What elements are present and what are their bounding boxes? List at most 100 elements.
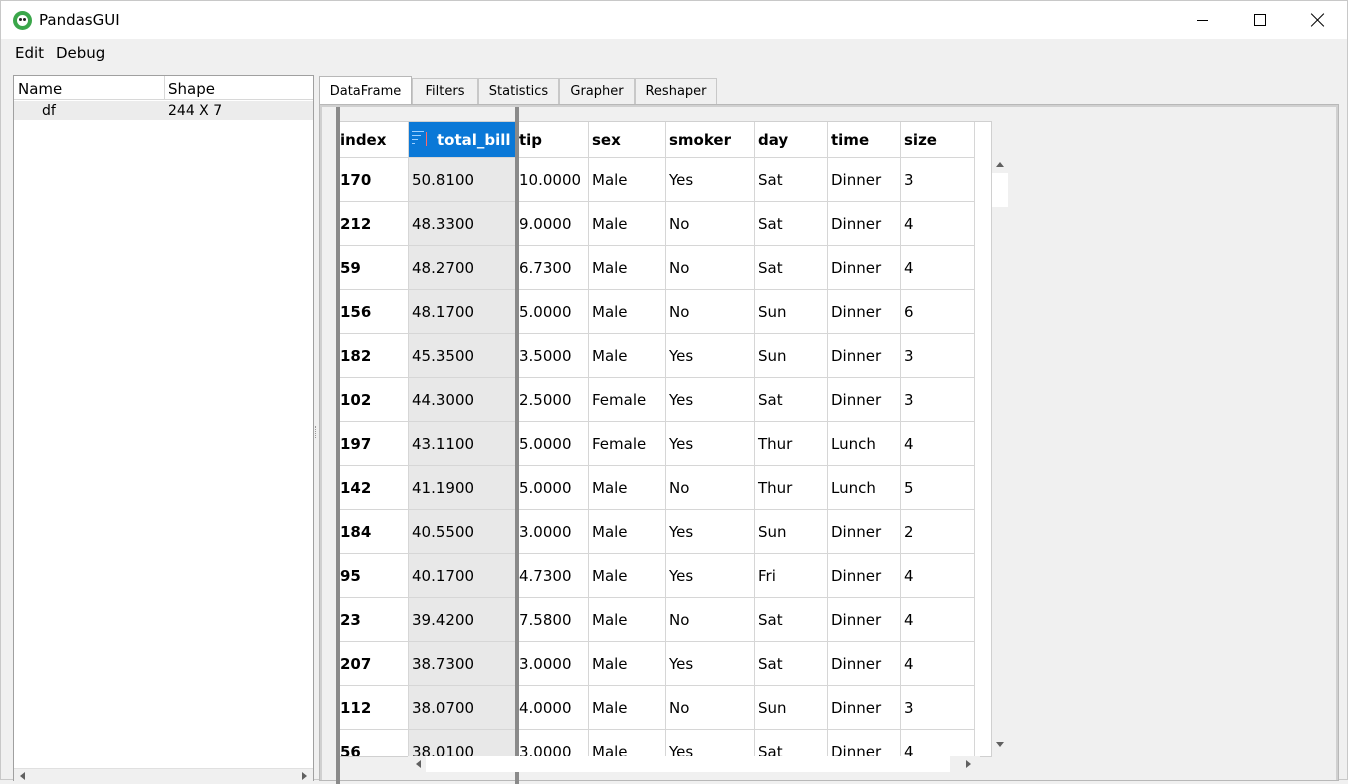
column-header-tip[interactable]: tip	[516, 122, 589, 158]
cell-tip[interactable]: 3.5000	[516, 334, 589, 378]
cell-tip[interactable]: 5.0000	[516, 290, 589, 334]
cell-sex[interactable]: Male	[589, 686, 666, 730]
cell-smoker[interactable]: Yes	[666, 422, 755, 466]
table-row[interactable]: 212 48.3300 9.0000 Male No Sat Dinner 4	[337, 202, 975, 246]
cell-tip[interactable]: 9.0000	[516, 202, 589, 246]
scroll-down-icon[interactable]	[996, 742, 1004, 747]
close-button[interactable]	[1289, 1, 1347, 39]
cell-time[interactable]: Dinner	[828, 598, 901, 642]
cell-total-bill[interactable]: 43.1100	[409, 422, 516, 466]
cell-time[interactable]: Dinner	[828, 202, 901, 246]
cell-tip[interactable]: 3.0000	[516, 730, 589, 756]
cell-total-bill[interactable]: 44.3000	[409, 378, 516, 422]
cell-time[interactable]: Lunch	[828, 466, 901, 510]
scroll-up-icon[interactable]	[996, 162, 1004, 167]
cell-smoker[interactable]: No	[666, 598, 755, 642]
cell-index[interactable]: 156	[337, 290, 409, 334]
cell-day[interactable]: Sun	[755, 334, 828, 378]
table-row[interactable]: 207 38.7300 3.0000 Male Yes Sat Dinner 4	[337, 642, 975, 686]
cell-sex[interactable]: Male	[589, 202, 666, 246]
cell-time[interactable]: Dinner	[828, 158, 901, 202]
scrollbar-thumb[interactable]	[426, 756, 950, 772]
cell-time[interactable]: Lunch	[828, 422, 901, 466]
cell-sex[interactable]: Male	[589, 334, 666, 378]
cell-size[interactable]: 4	[901, 246, 975, 290]
cell-total-bill[interactable]: 40.1700	[409, 554, 516, 598]
minimize-button[interactable]	[1173, 1, 1231, 39]
table-horizontal-scrollbar[interactable]	[408, 756, 980, 772]
cell-size[interactable]: 2	[901, 510, 975, 554]
maximize-button[interactable]	[1231, 1, 1289, 39]
cell-day[interactable]: Sun	[755, 510, 828, 554]
table-row[interactable]: 170 50.8100 10.0000 Male Yes Sat Dinner 3	[337, 158, 975, 202]
cell-tip[interactable]: 2.5000	[516, 378, 589, 422]
cell-time[interactable]: Dinner	[828, 686, 901, 730]
table-row[interactable]: 56 38.0100 3.0000 Male Yes Sat Dinner 4	[337, 730, 975, 756]
tab-dataframe[interactable]: DataFrame	[319, 76, 412, 105]
table-row[interactable]: 59 48.2700 6.7300 Male No Sat Dinner 4	[337, 246, 975, 290]
cell-total-bill[interactable]: 48.2700	[409, 246, 516, 290]
column-header-smoker[interactable]: smoker	[666, 122, 755, 158]
data-table[interactable]: index total_bill tip sex smoker day time…	[336, 121, 992, 757]
table-row[interactable]: 102 44.3000 2.5000 Female Yes Sat Dinner 3	[337, 378, 975, 422]
header-name[interactable]: Name	[18, 80, 62, 98]
cell-size[interactable]: 6	[901, 290, 975, 334]
cell-tip[interactable]: 3.0000	[516, 642, 589, 686]
table-row[interactable]: 156 48.1700 5.0000 Male No Sun Dinner 6	[337, 290, 975, 334]
dataframe-list-item[interactable]: df 244 X 7	[14, 101, 313, 120]
cell-day[interactable]: Sat	[755, 202, 828, 246]
cell-sex[interactable]: Male	[589, 290, 666, 334]
cell-day[interactable]: Sun	[755, 290, 828, 334]
cell-smoker[interactable]: No	[666, 202, 755, 246]
cell-sex[interactable]: Male	[589, 510, 666, 554]
cell-smoker[interactable]: Yes	[666, 510, 755, 554]
panel-splitter-handle[interactable]	[315, 426, 317, 438]
cell-total-bill[interactable]: 48.3300	[409, 202, 516, 246]
cell-tip[interactable]: 3.0000	[516, 510, 589, 554]
cell-day[interactable]: Sat	[755, 246, 828, 290]
cell-size[interactable]: 4	[901, 554, 975, 598]
scroll-left-icon[interactable]	[20, 772, 25, 780]
cell-index[interactable]: 182	[337, 334, 409, 378]
table-vertical-scrollbar[interactable]	[992, 157, 1008, 757]
cell-day[interactable]: Sat	[755, 642, 828, 686]
cell-smoker[interactable]: Yes	[666, 334, 755, 378]
cell-size[interactable]: 3	[901, 334, 975, 378]
cell-index[interactable]: 56	[337, 730, 409, 756]
cell-tip[interactable]: 4.0000	[516, 686, 589, 730]
cell-day[interactable]: Sun	[755, 686, 828, 730]
column-header-sex[interactable]: sex	[589, 122, 666, 158]
scroll-right-icon[interactable]	[966, 760, 971, 768]
cell-total-bill[interactable]: 50.8100	[409, 158, 516, 202]
cell-size[interactable]: 3	[901, 158, 975, 202]
cell-sex[interactable]: Male	[589, 598, 666, 642]
cell-size[interactable]: 4	[901, 598, 975, 642]
tab-statistics[interactable]: Statistics	[478, 78, 559, 104]
tab-reshaper[interactable]: Reshaper	[635, 78, 717, 104]
cell-size[interactable]: 5	[901, 466, 975, 510]
tab-grapher[interactable]: Grapher	[559, 78, 635, 104]
cell-size[interactable]: 3	[901, 378, 975, 422]
cell-sex[interactable]: Male	[589, 554, 666, 598]
header-shape[interactable]: Shape	[168, 80, 215, 98]
cell-sex[interactable]: Male	[589, 158, 666, 202]
column-header-time[interactable]: time	[828, 122, 901, 158]
cell-smoker[interactable]: Yes	[666, 554, 755, 598]
cell-sex[interactable]: Female	[589, 422, 666, 466]
cell-day[interactable]: Fri	[755, 554, 828, 598]
cell-index[interactable]: 59	[337, 246, 409, 290]
header-divider[interactable]	[164, 76, 165, 100]
cell-smoker[interactable]: No	[666, 686, 755, 730]
cell-index[interactable]: 23	[337, 598, 409, 642]
column-header-day[interactable]: day	[755, 122, 828, 158]
cell-sex[interactable]: Male	[589, 246, 666, 290]
cell-day[interactable]: Sat	[755, 378, 828, 422]
cell-index[interactable]: 212	[337, 202, 409, 246]
table-row[interactable]: 23 39.4200 7.5800 Male No Sat Dinner 4	[337, 598, 975, 642]
column-header-total-bill[interactable]: total_bill	[409, 122, 516, 158]
cell-day[interactable]: Thur	[755, 466, 828, 510]
cell-index[interactable]: 197	[337, 422, 409, 466]
cell-total-bill[interactable]: 48.1700	[409, 290, 516, 334]
table-row[interactable]: 197 43.1100 5.0000 Female Yes Thur Lunch 4	[337, 422, 975, 466]
cell-tip[interactable]: 7.5800	[516, 598, 589, 642]
